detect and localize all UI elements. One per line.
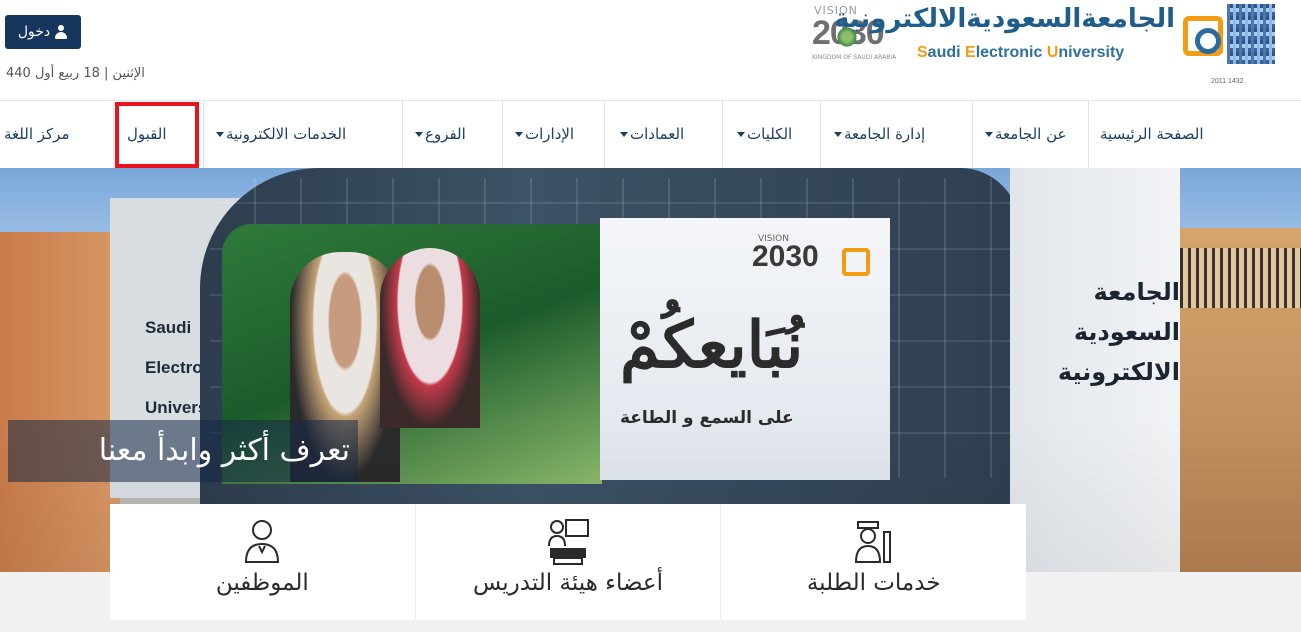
uni-en-u: U xyxy=(1046,44,1059,61)
nav-item-language-center[interactable]: مركز اللغة xyxy=(4,119,69,149)
caret-down-icon xyxy=(620,132,628,137)
sign-line: الالكترونية xyxy=(1057,358,1180,386)
at-sign-logo-icon xyxy=(1183,16,1223,56)
service-label: خدمات الطلبة xyxy=(806,570,941,596)
nav-item-deanships[interactable]: العمادات xyxy=(620,119,684,149)
university-logo[interactable]: 2011 1432 xyxy=(1183,4,1275,92)
service-students[interactable]: خدمات الطلبة xyxy=(720,504,1026,620)
nav-label: العمادات xyxy=(630,125,685,143)
faculty-icon xyxy=(548,519,589,565)
nav-item-e-services[interactable]: الخدمات الالكترونية xyxy=(216,119,346,149)
nav-divider xyxy=(203,101,204,169)
login-label: دخول xyxy=(17,24,51,40)
nav-label: الفروع xyxy=(425,125,466,143)
student-icon xyxy=(854,521,891,563)
uni-en-lectronic: lectronic xyxy=(975,44,1047,61)
site-header: دخول الإثنين | 18 ربيع أول 440 VISION 20… xyxy=(0,0,1301,100)
nav-divider xyxy=(722,101,723,169)
uni-en-audi: audi xyxy=(927,44,966,61)
admission-highlight-box xyxy=(115,102,199,168)
service-label: الموظفين xyxy=(215,570,309,596)
nav-label: مركز اللغة xyxy=(4,125,70,143)
service-label: أعضاء هيئة التدريس xyxy=(472,570,664,596)
nav-item-about[interactable]: عن الجامعة xyxy=(985,119,1066,149)
logo-years: 2011 1432 xyxy=(1211,78,1244,85)
nav-label: الإدارات xyxy=(525,125,575,143)
service-faculty[interactable]: أعضاء هيئة التدريس xyxy=(414,504,721,620)
vision-kingdom: KINGDOM OF SAUDI ARABIA xyxy=(812,54,897,61)
login-button[interactable]: دخول xyxy=(5,15,81,49)
pixel-pattern-icon xyxy=(1227,4,1275,64)
page: دخول الإثنين | 18 ربيع أول 440 VISION 20… xyxy=(0,0,1301,632)
caret-down-icon xyxy=(834,132,842,137)
nav-item-departments[interactable]: الإدارات xyxy=(515,119,574,149)
sign-line: Saudi xyxy=(145,318,192,337)
building-sign-arabic: الجامعة السعودية الالكترونية xyxy=(1020,272,1180,392)
university-name-english[interactable]: Saudi Electronic University xyxy=(917,44,1124,62)
hero-caption[interactable]: تعرف أكثر وابدأ معنا xyxy=(8,420,358,482)
uni-en-niversity: niversity xyxy=(1058,44,1125,61)
employee-icon xyxy=(245,520,280,563)
caret-down-icon xyxy=(515,132,523,137)
uni-en-e: E xyxy=(965,44,976,61)
current-date: الإثنين | 18 ربيع أول 440 xyxy=(6,66,145,81)
sign-line: Electron xyxy=(145,358,214,377)
caret-down-icon xyxy=(415,132,423,137)
nav-divider xyxy=(502,101,503,169)
nav-divider xyxy=(972,101,973,169)
nav-item-administration[interactable]: إدارة الجامعة xyxy=(834,119,925,149)
nav-label: عن الجامعة xyxy=(995,125,1067,143)
nav-item-colleges[interactable]: الكليات xyxy=(737,119,792,149)
nav-label: الصفحة الرئيسية xyxy=(1100,125,1204,143)
university-name-arabic[interactable]: الجامعةالسعوديةالالكترونية xyxy=(834,4,1175,34)
nav-divider xyxy=(820,101,821,169)
building-columns xyxy=(1180,248,1301,308)
portrait-image xyxy=(380,248,480,428)
banner-logo-icon xyxy=(842,248,870,276)
services-bar: الموظفين أعضاء هيئة التدريس خدمات الطلبة xyxy=(110,504,1026,620)
nav-divider xyxy=(604,101,605,169)
nav-item-branches[interactable]: الفروع xyxy=(415,119,466,149)
service-employees[interactable]: الموظفين xyxy=(110,504,415,620)
nav-divider xyxy=(113,101,114,169)
caret-down-icon xyxy=(216,132,224,137)
banner-title: نُبَايعكُمْ xyxy=(620,308,804,383)
sign-line: السعودية xyxy=(1073,318,1180,346)
building-sign-english: Saudi Electron Universi xyxy=(115,308,214,428)
caret-down-icon xyxy=(985,132,993,137)
banner-vision-year: 2030 xyxy=(752,240,819,273)
nav-label: إدارة الجامعة xyxy=(844,125,926,143)
uni-en-s: S xyxy=(917,44,928,61)
nav-item-home[interactable]: الصفحة الرئيسية xyxy=(1100,119,1204,149)
nav-divider xyxy=(1088,101,1089,169)
nav-divider xyxy=(402,101,403,169)
nav-label: الكليات xyxy=(747,125,793,143)
user-icon xyxy=(54,25,68,39)
caret-down-icon xyxy=(737,132,745,137)
sign-line: الجامعة xyxy=(1093,278,1180,306)
nav-label: الخدمات الالكترونية xyxy=(226,125,347,143)
